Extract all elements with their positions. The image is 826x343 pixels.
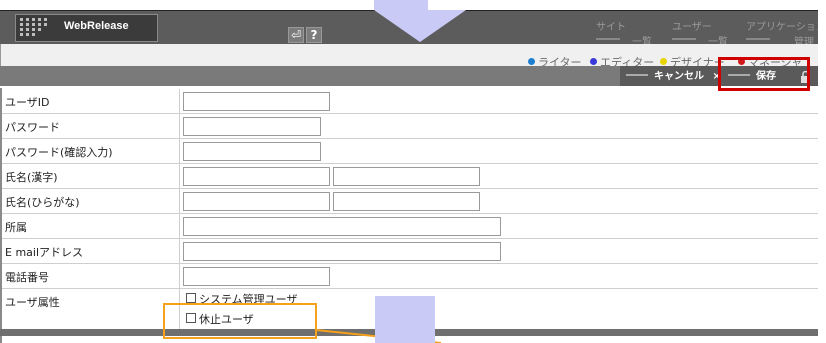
row-name-kanji-cell bbox=[179, 164, 180, 188]
logo-grid-icon bbox=[20, 18, 47, 36]
row-email: E mailアドレス bbox=[0, 239, 818, 264]
pointer-arrow-icon bbox=[374, 0, 466, 42]
cancel-button[interactable]: キャンセル × bbox=[626, 70, 721, 84]
name-kanji-label: 氏名(漢字) bbox=[5, 171, 58, 184]
save-highlight-box bbox=[718, 57, 810, 91]
row-phone: 電話番号 bbox=[0, 264, 818, 289]
password-input[interactable] bbox=[183, 117, 321, 136]
row-affiliation: 所属 bbox=[0, 214, 818, 239]
email-input[interactable] bbox=[183, 242, 501, 261]
row-name-kana: 氏名(ひらがな) bbox=[0, 189, 818, 214]
phone-label: 電話番号 bbox=[5, 271, 49, 284]
row-password-confirm-cell bbox=[179, 139, 180, 163]
row-user-id: ユーザID bbox=[0, 89, 818, 114]
row-password: パスワード bbox=[0, 114, 818, 139]
app-title: WebRelease bbox=[64, 20, 129, 32]
row-name-kana-cell bbox=[179, 189, 180, 213]
row-name-kanji: 氏名(漢字) bbox=[0, 164, 818, 189]
row-user-id-cell bbox=[179, 89, 180, 113]
pointer-blob bbox=[375, 296, 435, 343]
row-affiliation-cell bbox=[179, 214, 180, 238]
editor-dot-icon bbox=[590, 58, 597, 65]
help-icon: ? bbox=[310, 28, 318, 42]
last-name-kanji-input[interactable] bbox=[183, 167, 330, 186]
menu-site-list[interactable]: サイト 一覧 bbox=[596, 12, 654, 48]
name-kana-label: 氏名(ひらがな) bbox=[5, 196, 80, 209]
cancel-label: キャンセル bbox=[654, 71, 704, 82]
email-label: E mailアドレス bbox=[5, 246, 84, 259]
writer-dot-icon bbox=[528, 58, 535, 65]
row-password-cell bbox=[179, 114, 180, 138]
admin-user-checkbox[interactable] bbox=[186, 293, 196, 303]
help-button[interactable]: ? bbox=[306, 27, 322, 43]
return-button[interactable]: ⏎ bbox=[288, 27, 304, 43]
menu-user-list[interactable]: ユーザー 一覧 bbox=[672, 12, 730, 48]
password-confirm-label: パスワード(確認入力) bbox=[5, 146, 113, 159]
menu-site-title: サイト bbox=[596, 22, 626, 33]
affiliation-label: 所属 bbox=[5, 221, 27, 234]
designer-dot-icon bbox=[660, 58, 667, 65]
attributes-label: ユーザ属性 bbox=[5, 296, 60, 309]
first-name-kana-input[interactable] bbox=[333, 192, 480, 211]
return-icon: ⏎ bbox=[290, 28, 302, 42]
menu-site-bar bbox=[596, 38, 620, 40]
left-border bbox=[0, 88, 2, 343]
last-name-kana-input[interactable] bbox=[183, 192, 330, 211]
affiliation-input[interactable] bbox=[183, 217, 501, 236]
row-password-confirm: パスワード(確認入力) bbox=[0, 139, 818, 164]
menu-app-title: アプリケーション bbox=[746, 22, 826, 33]
phone-input[interactable] bbox=[183, 267, 330, 286]
row-phone-cell bbox=[179, 264, 180, 288]
first-name-kanji-input[interactable] bbox=[333, 167, 480, 186]
menu-user-title: ユーザー bbox=[672, 22, 712, 33]
user-id-label: ユーザID bbox=[5, 96, 50, 109]
menu-app-bar bbox=[746, 38, 770, 40]
right-margin bbox=[818, 10, 826, 343]
row-email-cell bbox=[179, 239, 180, 263]
checkbox-highlight-box bbox=[163, 303, 317, 339]
password-confirm-input[interactable] bbox=[183, 142, 321, 161]
password-label: パスワード bbox=[5, 121, 60, 134]
menu-app-admin[interactable]: アプリケーション 管理 bbox=[746, 12, 826, 48]
cancel-bar-icon bbox=[626, 74, 648, 76]
user-id-input[interactable] bbox=[183, 92, 330, 111]
menu-user-bar bbox=[672, 38, 696, 40]
